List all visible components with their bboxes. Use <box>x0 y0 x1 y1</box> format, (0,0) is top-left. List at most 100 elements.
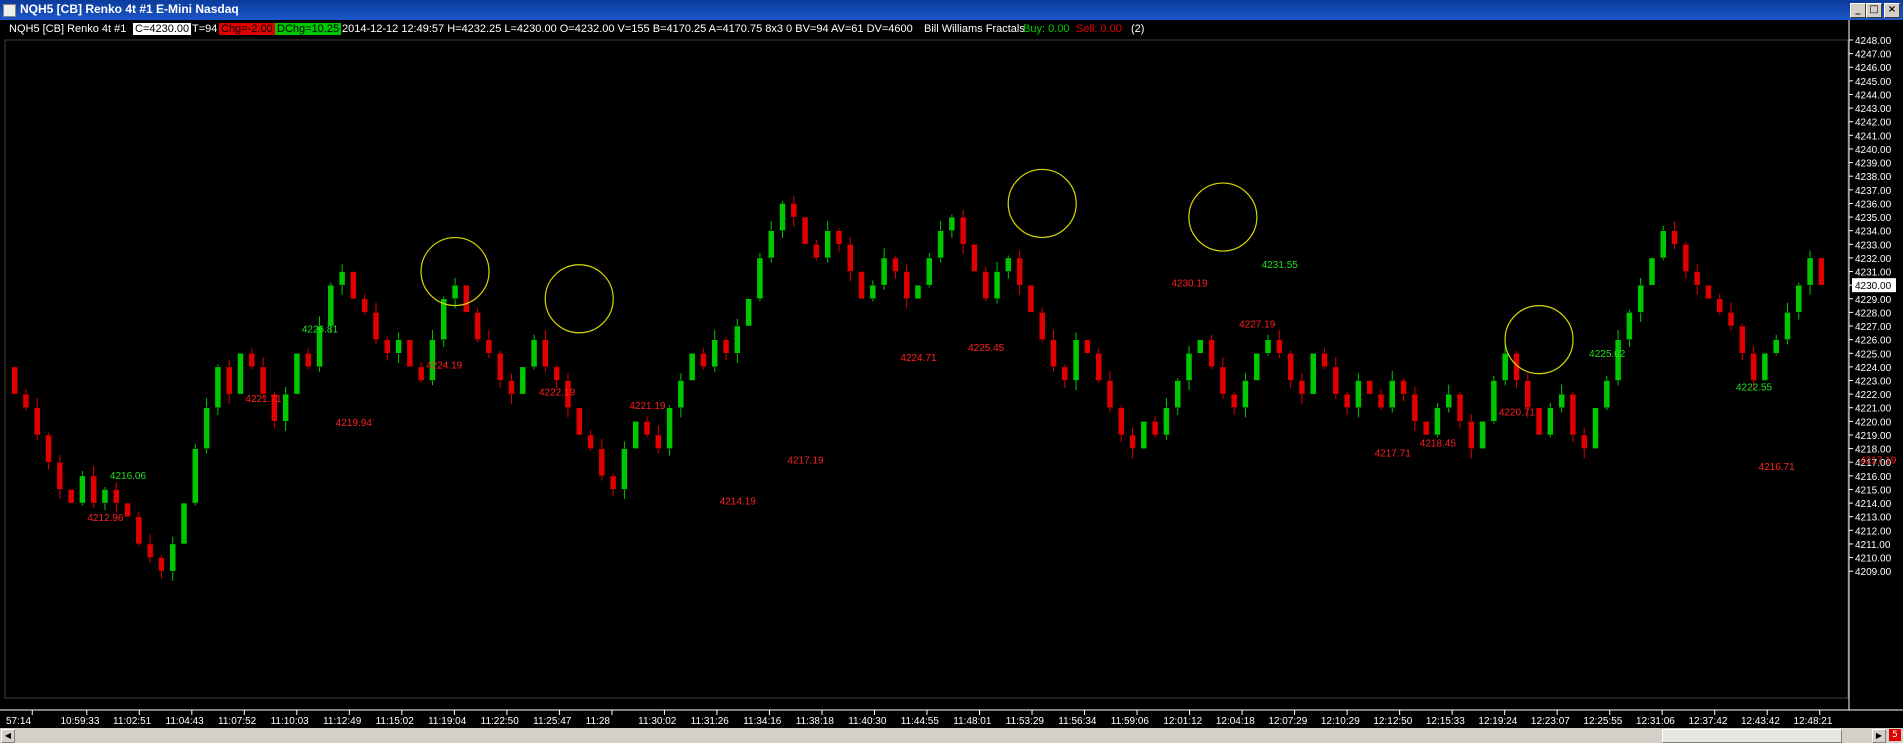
x-tick-label: 12:23:07 <box>1531 716 1570 727</box>
y-tick-label: 4210.00 <box>1855 554 1892 565</box>
scroll-left-icon[interactable]: ◀ <box>1 729 15 743</box>
candle-down <box>259 366 267 395</box>
fractal-label: 4230.19 <box>1171 279 1208 290</box>
candle-down <box>971 244 978 272</box>
candle-down <box>406 339 414 368</box>
candle-down <box>1027 284 1035 313</box>
x-tick-label: 57:14 <box>6 716 31 727</box>
scroll-thumb[interactable] <box>1662 729 1842 743</box>
candle-down <box>959 216 967 245</box>
app-icon <box>3 4 16 17</box>
candle-up <box>180 502 188 545</box>
scroll-indicator[interactable]: 5 <box>1889 729 1901 741</box>
x-tick-label: 11:12:49 <box>323 716 362 727</box>
candle-up <box>1197 339 1204 354</box>
candle-up <box>1174 380 1181 408</box>
y-tick-label: 4212.00 <box>1855 526 1892 537</box>
candle-down <box>1118 407 1125 436</box>
candle-up <box>1761 353 1769 381</box>
candle-down <box>463 284 470 313</box>
candle-down <box>790 203 798 218</box>
x-tick-label: 10:59:33 <box>61 716 100 727</box>
candle-down <box>835 230 843 245</box>
y-tick-label: 4215.00 <box>1855 485 1892 496</box>
candle-up <box>327 284 335 327</box>
x-tick-label: 12:01:12 <box>1163 716 1202 727</box>
x-tick-label: 12:10:29 <box>1321 716 1360 727</box>
candle-up <box>993 271 1001 300</box>
candle-down <box>643 421 651 436</box>
y-tick-label: 4214.00 <box>1855 499 1892 510</box>
candle-down <box>248 353 256 368</box>
indicator-count: (2) <box>1131 23 1145 35</box>
candle-down <box>1219 366 1227 395</box>
candle-down <box>700 353 707 368</box>
candle-up <box>677 380 685 408</box>
y-tick-label: 4233.00 <box>1855 240 1892 251</box>
scroll-right-icon[interactable]: ▶ <box>1872 729 1886 743</box>
candle-down <box>982 271 990 300</box>
candle-down <box>575 407 583 436</box>
y-tick-label: 4246.00 <box>1855 63 1892 74</box>
candle-down <box>474 312 481 340</box>
candle-down <box>1716 298 1723 313</box>
candle-down <box>1332 366 1340 395</box>
candle-up <box>1660 230 1667 259</box>
x-tick-label: 11:15:02 <box>376 716 415 727</box>
candle-up <box>1558 393 1565 408</box>
y-tick-label: 4223.00 <box>1855 377 1892 388</box>
x-tick-label: 12:43:42 <box>1741 716 1780 727</box>
candle-down <box>1016 257 1023 286</box>
fractal-label: 4224.19 <box>426 360 463 371</box>
candle-up <box>1592 407 1599 449</box>
minimize-button[interactable]: _ <box>1850 3 1866 18</box>
y-tick-label: 4238.00 <box>1855 172 1892 183</box>
candle-up <box>1772 339 1780 354</box>
candle-up <box>1445 393 1452 408</box>
candle-down <box>417 366 425 381</box>
fractal-label: 4231.55 <box>1262 260 1299 271</box>
candle-up <box>1637 284 1644 313</box>
candle-down <box>655 434 662 449</box>
candle-up <box>519 366 527 395</box>
title-bar[interactable]: NQH5 [CB] Renko 4t #1 E-Mini Nasdaq _ □ … <box>0 0 1903 20</box>
maximize-button[interactable]: □ <box>1866 3 1882 18</box>
candle-down <box>225 366 233 395</box>
candle-down <box>1739 325 1746 354</box>
y-tick-label: 4245.00 <box>1855 77 1892 88</box>
symbol-label: NQH5 [CB] Renko 4t #1 <box>9 23 127 35</box>
candle-up <box>282 393 289 422</box>
candle-down <box>858 271 865 300</box>
candle-up <box>937 230 944 259</box>
close-button[interactable]: × <box>1884 3 1900 18</box>
x-tick-label: 11:44:55 <box>901 716 940 727</box>
x-tick-label: 12:15:33 <box>1426 716 1465 727</box>
plot-area <box>4 39 1849 699</box>
y-tick-label: 4243.00 <box>1855 104 1892 115</box>
candle-up <box>1253 353 1261 381</box>
fractal-label: 4225.45 <box>968 343 1005 354</box>
indicator-name: Bill Williams Fractals <box>924 23 1025 35</box>
y-tick-label: 4239.00 <box>1855 159 1892 170</box>
info-bar: NQH5 [CB] Renko 4t #1 C=4230.00 T=94 Chg… <box>0 20 1848 40</box>
candle-up <box>395 339 402 354</box>
renko-chart[interactable]: 4209.00 4210.00 4211.00 4212.00 4213.00 4214.… <box>0 20 1903 728</box>
x-tick-label: 11:22:50 <box>481 716 520 727</box>
fractal-label: 4217.19 <box>787 456 824 467</box>
candle-down <box>158 557 165 572</box>
y-tick-label: 4222.00 <box>1855 390 1892 401</box>
candle-up <box>192 448 199 504</box>
y-tick-label: 4228.00 <box>1855 308 1892 319</box>
horizontal-scrollbar[interactable]: ◀ ▶ 5 <box>0 728 1903 743</box>
candle-up <box>688 353 696 381</box>
candle-down <box>1208 339 1215 368</box>
candle-down <box>1569 393 1577 436</box>
y-tick-label: 4247.00 <box>1855 50 1892 61</box>
candle-down <box>1535 407 1543 436</box>
candle-up <box>1309 353 1317 395</box>
fractal-label: 4216.06 <box>110 471 147 482</box>
candle-up <box>621 448 628 490</box>
candle-down <box>1151 421 1159 436</box>
candle-down <box>1818 257 1825 286</box>
candle-up <box>1479 421 1486 449</box>
